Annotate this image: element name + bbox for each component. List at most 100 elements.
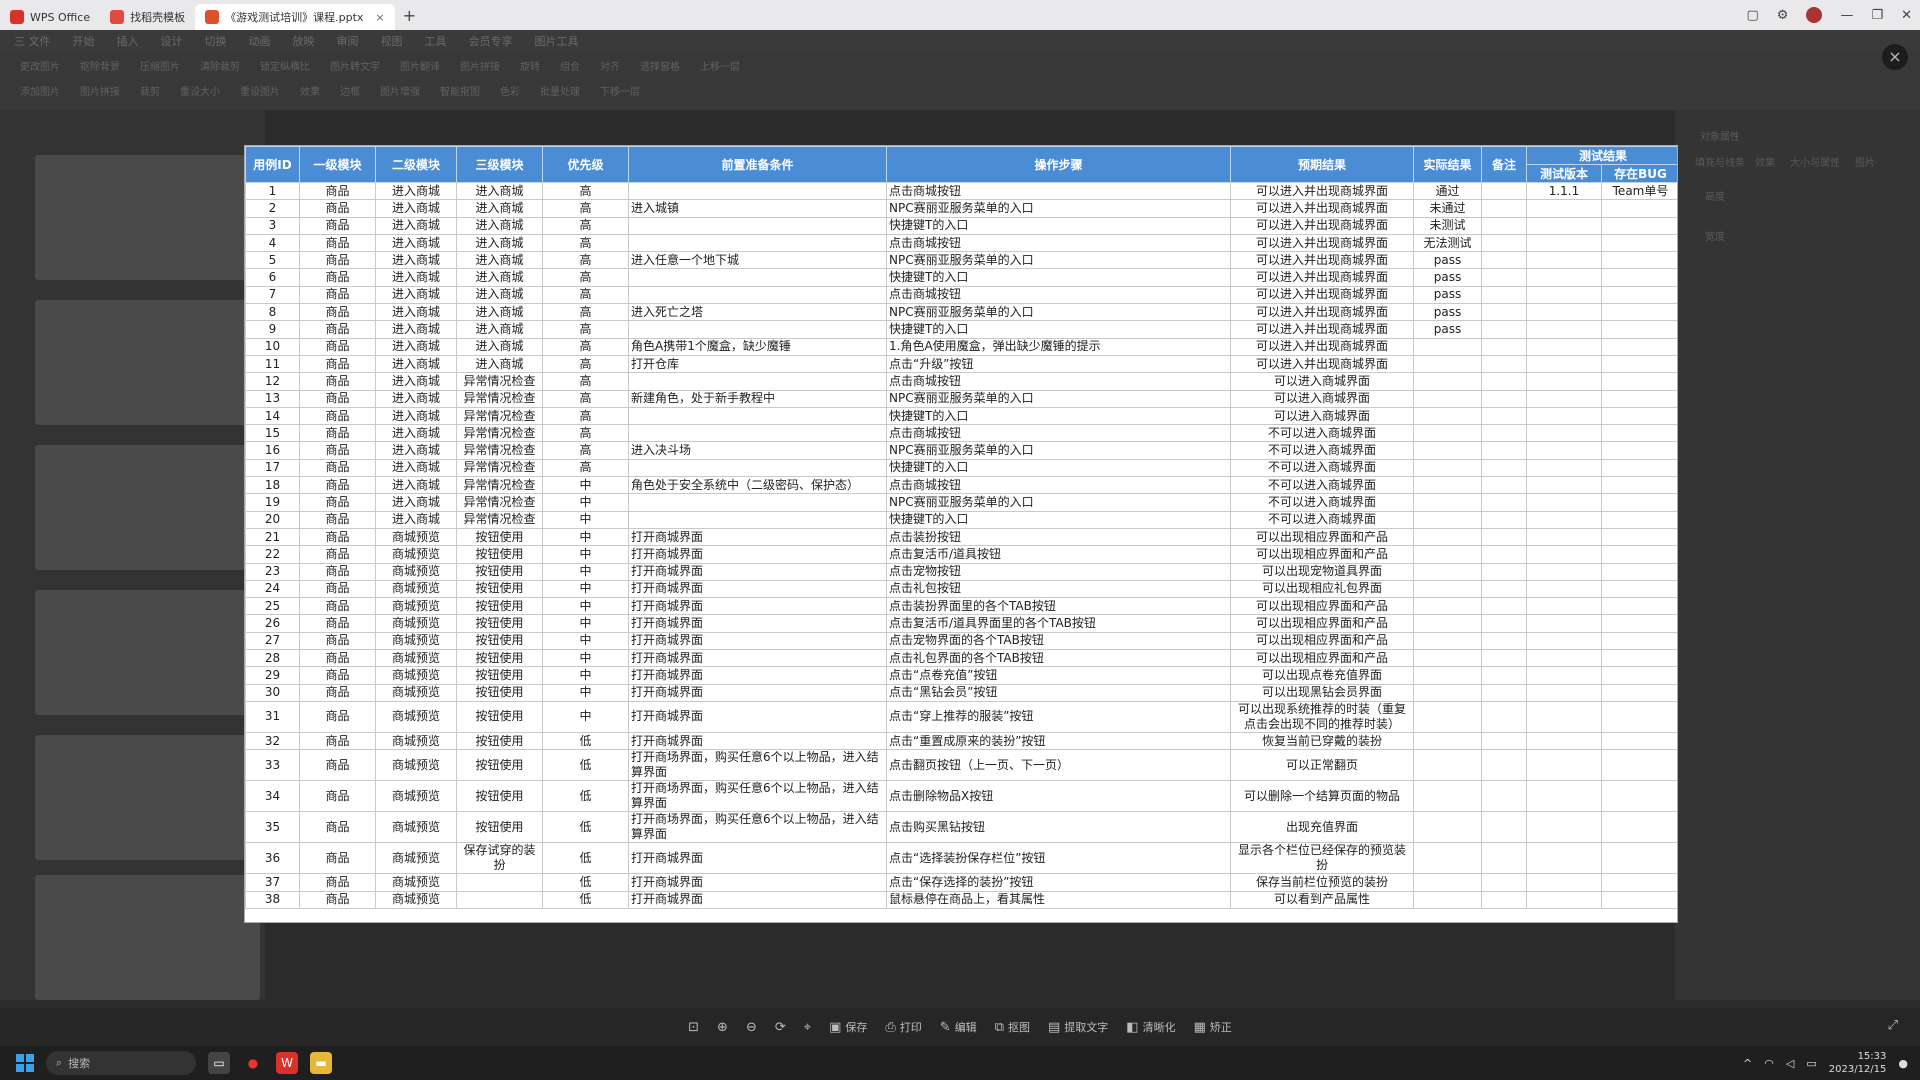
ribbon-button[interactable]: 抠除背景 — [80, 58, 120, 73]
ribbon-button[interactable]: 图片增强 — [380, 83, 420, 98]
taskbar-search[interactable]: ⌕ 搜索 — [46, 1051, 196, 1075]
system-clock[interactable]: 15:33 2023/12/15 — [1829, 1050, 1887, 1076]
close-window-icon[interactable]: ✕ — [1901, 8, 1912, 23]
file-explorer-icon[interactable]: ▬ — [310, 1052, 332, 1074]
menu-item[interactable]: 切换 — [205, 33, 227, 49]
slide-thumbnail[interactable] — [35, 300, 260, 425]
cell-precondition: 打开商城界面 — [628, 842, 887, 875]
cell-precondition: 打开商城界面 — [628, 562, 887, 581]
ribbon-button[interactable]: 添加图片 — [20, 83, 60, 98]
slide-thumbnail[interactable] — [35, 875, 260, 1000]
tab-wps-office[interactable]: WPS Office — [0, 4, 100, 30]
chevron-up-icon[interactable]: ^ — [1743, 1057, 1752, 1070]
image-viewer-toolbar: ⊡ ⊕ ⊖ ⟳ ⌖ ▣ 保存 ⎙ 打印 ✎ 编辑 ⧉ 抠图 ▤ 提取文字 ◧ 清晰化 ▦ 矫正 — [0, 1008, 1920, 1046]
zoom-in-button[interactable]: ⊕ — [717, 1020, 728, 1035]
menu-item[interactable]: 三 文件 — [14, 33, 51, 49]
ribbon-button[interactable]: 边框 — [340, 83, 360, 98]
table-row: 19 商品 进入商城 异常情况检查中 NPC赛丽亚服务菜单的入口 不可以进入商城界面 — [245, 493, 1677, 512]
cutout-button[interactable]: ⧉ 抠图 — [995, 1019, 1030, 1035]
ribbon-button[interactable]: 图片拼接 — [80, 83, 120, 98]
ribbon-button[interactable]: 裁剪 — [140, 83, 160, 98]
ribbon-button[interactable]: 组合 — [560, 58, 580, 73]
menu-item[interactable]: 图片工具 — [535, 33, 579, 49]
notification-icon[interactable]: ● — [1898, 1057, 1908, 1070]
ribbon-button[interactable]: 重设大小 — [180, 83, 220, 98]
ribbon-button[interactable]: 下移一层 — [600, 83, 640, 98]
viewer-close-button[interactable]: × — [1882, 44, 1908, 70]
menu-item[interactable]: 会员专享 — [469, 33, 513, 49]
sharpen-button[interactable]: ◧ 清晰化 — [1126, 1019, 1175, 1035]
slide-thumbnail[interactable] — [35, 590, 260, 715]
ribbon-button[interactable]: 对齐 — [600, 58, 620, 73]
cell-module-3: 进入商城 — [456, 199, 543, 218]
rotate-button[interactable]: ⟳ — [775, 1020, 786, 1035]
avatar[interactable] — [1806, 7, 1823, 23]
task-view-icon[interactable]: ▭ — [208, 1052, 230, 1074]
ribbon-button[interactable]: 效果 — [300, 83, 320, 98]
cell-module-1: 商品 — [299, 268, 376, 287]
cell-module-1: 商品 — [299, 458, 376, 478]
cell-remark — [1481, 424, 1527, 443]
ribbon-button[interactable]: 批量处理 — [540, 83, 580, 98]
ribbon-button[interactable]: 重设图片 — [240, 83, 280, 98]
wifi-icon[interactable]: ◠ — [1764, 1057, 1774, 1070]
cell-module-2: 进入商城 — [375, 320, 457, 339]
ribbon-button[interactable]: 图片拼接 — [460, 58, 500, 73]
panel-tab[interactable]: 填充与线条 — [1695, 154, 1745, 169]
table-row: 15 商品 进入商城 异常情况检查高 点击商城按钮 不可以进入商城界面 — [245, 424, 1677, 443]
panel-tab[interactable]: 大小与属性 — [1790, 154, 1840, 169]
settings-icon[interactable]: ⚙ — [1777, 8, 1789, 23]
slide-thumbnail[interactable] — [35, 735, 260, 860]
search-icon: ⌕ — [56, 1056, 63, 1069]
edit-button[interactable]: ✎ 编辑 — [940, 1019, 977, 1035]
cell-actual — [1413, 424, 1482, 443]
ribbon-button[interactable]: 更改图片 — [20, 58, 60, 73]
tab-docer[interactable]: 找稻壳模板 — [100, 4, 195, 30]
slide-thumbnail[interactable] — [35, 445, 260, 570]
panel-tab[interactable]: 图片 — [1855, 154, 1875, 169]
menu-item[interactable]: 设计 — [161, 33, 183, 49]
correct-button[interactable]: ▦ 矫正 — [1194, 1019, 1232, 1035]
ocr-button[interactable]: ▤ 提取文字 — [1048, 1019, 1108, 1035]
ribbon-button[interactable]: 色彩 — [500, 83, 520, 98]
tab-pptx-document[interactable]: 《游戏测试培训》课程.pptx × — [195, 4, 395, 30]
menu-item[interactable]: 审阅 — [337, 33, 359, 49]
new-tab-button[interactable]: + — [395, 6, 424, 25]
ribbon-button[interactable]: 上移一层 — [700, 58, 740, 73]
slide-thumbnail[interactable] — [35, 155, 260, 280]
menu-item[interactable]: 视图 — [381, 33, 403, 49]
close-tab-icon[interactable]: × — [375, 11, 384, 24]
menu-item[interactable]: 动画 — [249, 33, 271, 49]
correct-label: 矫正 — [1209, 1021, 1232, 1034]
battery-icon[interactable]: ▭ — [1806, 1057, 1816, 1070]
print-button[interactable]: ⎙ 打印 — [885, 1019, 921, 1035]
panel-tab[interactable]: 效果 — [1755, 154, 1775, 169]
ribbon-button[interactable]: 图片翻译 — [400, 58, 440, 73]
volume-icon[interactable]: ◁ — [1786, 1057, 1794, 1070]
menu-item[interactable]: 工具 — [425, 33, 447, 49]
ribbon-button[interactable]: 锁定纵横比 — [260, 58, 310, 73]
fullscreen-icon[interactable]: ⤢ — [1888, 1018, 1898, 1033]
minimize-icon[interactable]: — — [1840, 8, 1853, 23]
fit-screen-button[interactable]: ⊡ — [688, 1020, 699, 1035]
cell-expected: 可以进入并出现商城界面 — [1230, 320, 1414, 339]
ribbon-button[interactable]: 压缩图片 — [140, 58, 180, 73]
layout-icon[interactable]: ▢ — [1746, 8, 1758, 23]
menu-item[interactable]: 放映 — [293, 33, 315, 49]
record-app-icon[interactable]: ● — [242, 1052, 264, 1074]
menu-item[interactable]: 开始 — [73, 33, 95, 49]
ribbon-button[interactable]: 旋转 — [520, 58, 540, 73]
windows-start-icon[interactable] — [16, 1054, 34, 1072]
maximize-icon[interactable]: ❐ — [1871, 8, 1883, 23]
cell-version — [1526, 354, 1602, 374]
ribbon-button[interactable]: 选择窗格 — [640, 58, 680, 73]
ribbon-button[interactable]: 图片转文字 — [330, 58, 380, 73]
location-button[interactable]: ⌖ — [804, 1020, 811, 1035]
wps-app-icon[interactable]: W — [276, 1052, 298, 1074]
zoom-out-button[interactable]: ⊖ — [746, 1020, 757, 1035]
ribbon-button[interactable]: 智能抠图 — [440, 83, 480, 98]
cell-actual — [1413, 749, 1482, 782]
menu-item[interactable]: 插入 — [117, 33, 139, 49]
ribbon-button[interactable]: 清除裁剪 — [200, 58, 240, 73]
save-button[interactable]: ▣ 保存 — [829, 1019, 867, 1035]
